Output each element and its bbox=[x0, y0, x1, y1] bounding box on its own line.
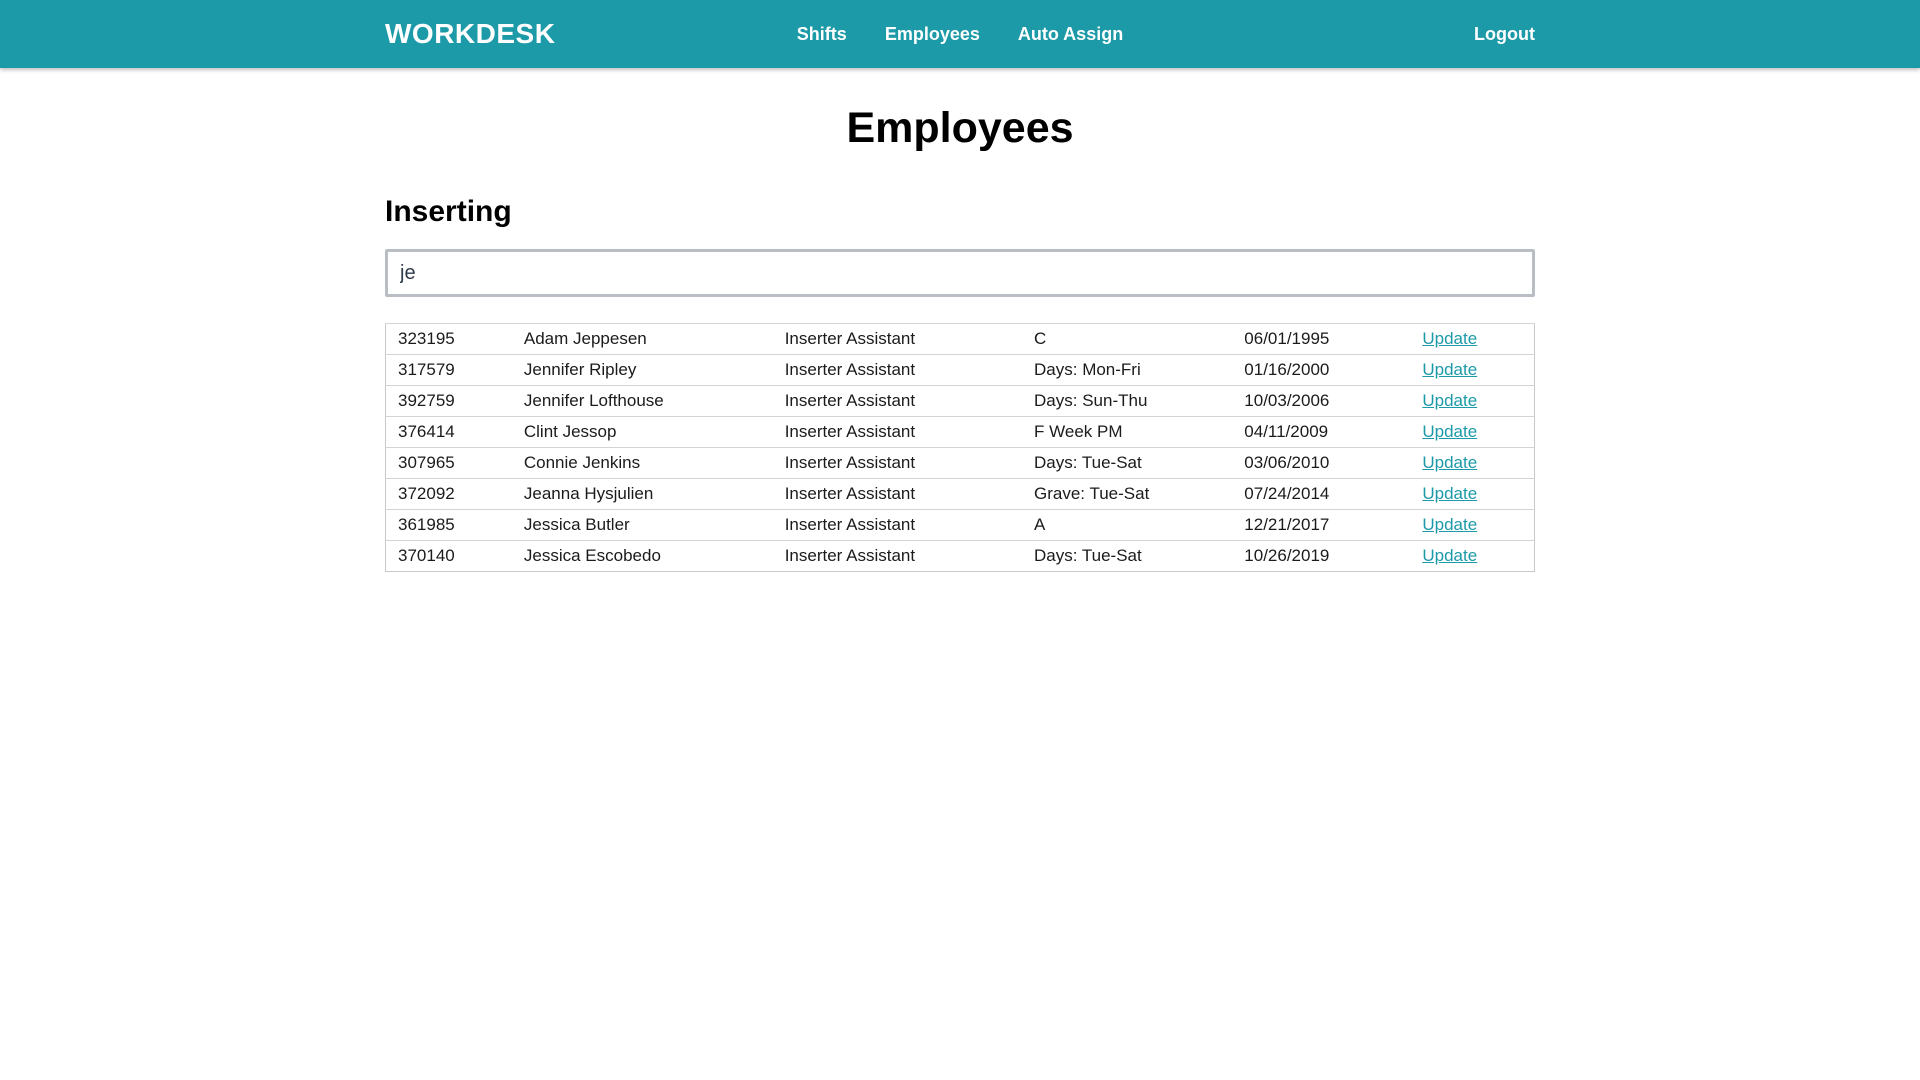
employee-position-cell: Inserter Assistant bbox=[773, 479, 1022, 510]
employee-name-cell: Clint Jessop bbox=[512, 417, 773, 448]
employee-id-cell: 317579 bbox=[386, 355, 512, 386]
table-row: 361985 Jessica Butler Inserter Assistant… bbox=[386, 510, 1535, 541]
main-content: Employees Inserting 323195 Adam Jeppesen… bbox=[385, 104, 1535, 572]
main-nav: Shifts Employees Auto Assign bbox=[797, 0, 1123, 68]
employee-name-cell: Jessica Escobedo bbox=[512, 541, 773, 572]
employee-shift-cell: Days: Mon-Fri bbox=[1022, 355, 1232, 386]
employee-date-cell: 06/01/1995 bbox=[1232, 324, 1410, 355]
table-row: 376414 Clint Jessop Inserter Assistant F… bbox=[386, 417, 1535, 448]
nav-item-shifts[interactable]: Shifts bbox=[797, 24, 847, 45]
table-row: 370140 Jessica Escobedo Inserter Assista… bbox=[386, 541, 1535, 572]
employee-shift-cell: A bbox=[1022, 510, 1232, 541]
update-link[interactable]: Update bbox=[1422, 453, 1477, 472]
update-link[interactable]: Update bbox=[1422, 484, 1477, 503]
table-body: 323195 Adam Jeppesen Inserter Assistant … bbox=[386, 324, 1535, 572]
employee-date-cell: 01/16/2000 bbox=[1232, 355, 1410, 386]
employee-id-cell: 376414 bbox=[386, 417, 512, 448]
employee-date-cell: 10/26/2019 bbox=[1232, 541, 1410, 572]
employee-name-cell: Jennifer Lofthouse bbox=[512, 386, 773, 417]
table-row: 317579 Jennifer Ripley Inserter Assistan… bbox=[386, 355, 1535, 386]
employee-shift-cell: Days: Tue-Sat bbox=[1022, 541, 1232, 572]
employee-name-cell: Jessica Butler bbox=[512, 510, 773, 541]
employee-action-cell: Update bbox=[1410, 448, 1534, 479]
brand-logo[interactable]: WORKDESK bbox=[385, 18, 555, 50]
employee-name-cell: Adam Jeppesen bbox=[512, 324, 773, 355]
employee-date-cell: 12/21/2017 bbox=[1232, 510, 1410, 541]
employee-action-cell: Update bbox=[1410, 541, 1534, 572]
employee-date-cell: 07/24/2014 bbox=[1232, 479, 1410, 510]
table-row: 392759 Jennifer Lofthouse Inserter Assis… bbox=[386, 386, 1535, 417]
section-title: Inserting bbox=[385, 195, 1535, 229]
employees-table: 323195 Adam Jeppesen Inserter Assistant … bbox=[385, 323, 1535, 572]
nav-item-employees[interactable]: Employees bbox=[885, 24, 980, 45]
employee-action-cell: Update bbox=[1410, 324, 1534, 355]
update-link[interactable]: Update bbox=[1422, 360, 1477, 379]
employee-action-cell: Update bbox=[1410, 417, 1534, 448]
employee-action-cell: Update bbox=[1410, 479, 1534, 510]
employee-id-cell: 392759 bbox=[386, 386, 512, 417]
table-row: 323195 Adam Jeppesen Inserter Assistant … bbox=[386, 324, 1535, 355]
logout-button[interactable]: Logout bbox=[1474, 24, 1535, 45]
employee-id-cell: 323195 bbox=[386, 324, 512, 355]
employee-action-cell: Update bbox=[1410, 510, 1534, 541]
employee-action-cell: Update bbox=[1410, 355, 1534, 386]
employee-position-cell: Inserter Assistant bbox=[773, 355, 1022, 386]
employee-position-cell: Inserter Assistant bbox=[773, 417, 1022, 448]
table-row: 307965 Connie Jenkins Inserter Assistant… bbox=[386, 448, 1535, 479]
app-header: WORKDESK Shifts Employees Auto Assign Lo… bbox=[0, 0, 1920, 68]
employee-name-cell: Jennifer Ripley bbox=[512, 355, 773, 386]
update-link[interactable]: Update bbox=[1422, 391, 1477, 410]
header-container: WORKDESK Shifts Employees Auto Assign Lo… bbox=[385, 0, 1535, 68]
employee-shift-cell: F Week PM bbox=[1022, 417, 1232, 448]
employee-id-cell: 372092 bbox=[386, 479, 512, 510]
employee-position-cell: Inserter Assistant bbox=[773, 386, 1022, 417]
update-link[interactable]: Update bbox=[1422, 546, 1477, 565]
employee-position-cell: Inserter Assistant bbox=[773, 448, 1022, 479]
employee-date-cell: 10/03/2006 bbox=[1232, 386, 1410, 417]
employee-date-cell: 04/11/2009 bbox=[1232, 417, 1410, 448]
employee-shift-cell: Days: Sun-Thu bbox=[1022, 386, 1232, 417]
employee-id-cell: 370140 bbox=[386, 541, 512, 572]
employee-action-cell: Update bbox=[1410, 386, 1534, 417]
employee-position-cell: Inserter Assistant bbox=[773, 324, 1022, 355]
table-row: 372092 Jeanna Hysjulien Inserter Assista… bbox=[386, 479, 1535, 510]
employee-filter-input[interactable] bbox=[385, 249, 1535, 297]
employee-shift-cell: Grave: Tue-Sat bbox=[1022, 479, 1232, 510]
employee-date-cell: 03/06/2010 bbox=[1232, 448, 1410, 479]
employee-name-cell: Jeanna Hysjulien bbox=[512, 479, 773, 510]
employee-id-cell: 361985 bbox=[386, 510, 512, 541]
page-title: Employees bbox=[385, 104, 1535, 153]
employee-shift-cell: Days: Tue-Sat bbox=[1022, 448, 1232, 479]
update-link[interactable]: Update bbox=[1422, 422, 1477, 441]
employee-id-cell: 307965 bbox=[386, 448, 512, 479]
employee-position-cell: Inserter Assistant bbox=[773, 541, 1022, 572]
employee-shift-cell: C bbox=[1022, 324, 1232, 355]
update-link[interactable]: Update bbox=[1422, 515, 1477, 534]
employee-position-cell: Inserter Assistant bbox=[773, 510, 1022, 541]
employee-name-cell: Connie Jenkins bbox=[512, 448, 773, 479]
update-link[interactable]: Update bbox=[1422, 329, 1477, 348]
nav-item-auto-assign[interactable]: Auto Assign bbox=[1018, 24, 1123, 45]
